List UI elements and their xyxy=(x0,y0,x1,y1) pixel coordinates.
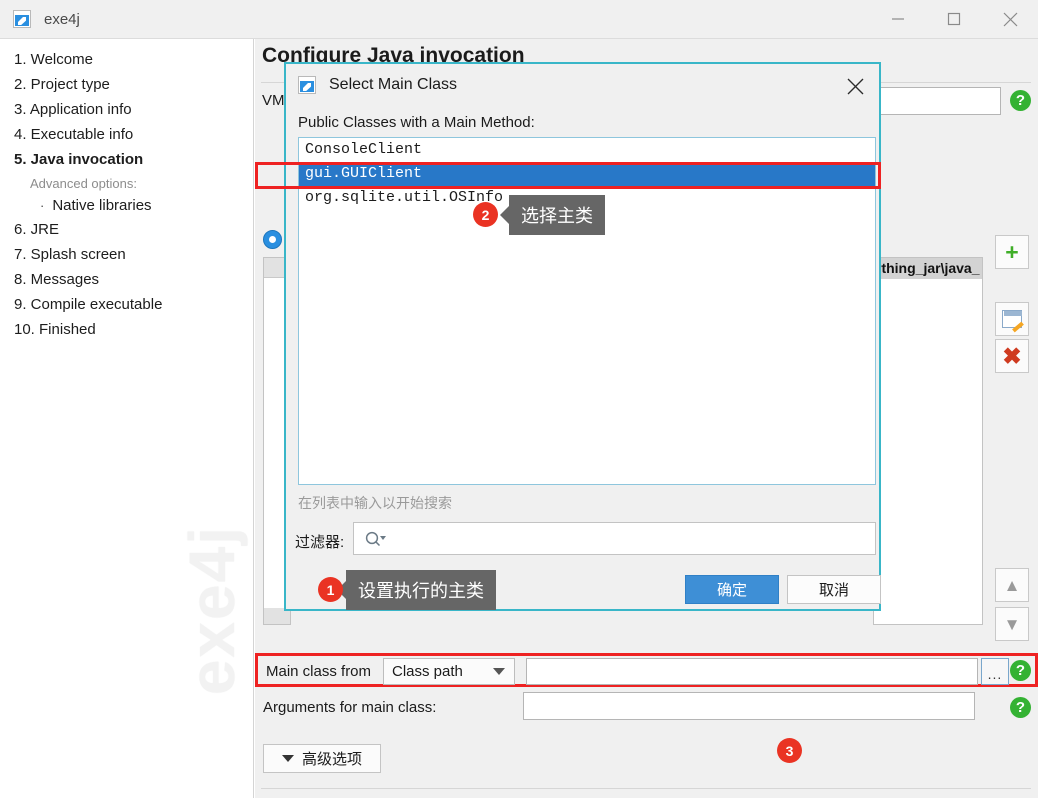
chevron-up-icon: ▲ xyxy=(1003,575,1021,595)
advanced-options-label: 高级选项 xyxy=(301,751,362,768)
annotation-callout-2: 选择主类 xyxy=(509,195,605,235)
dialog-title: Select Main Class xyxy=(329,76,458,93)
dialog-ok-button[interactable]: 确定 xyxy=(685,575,779,604)
add-button[interactable]: + xyxy=(995,235,1029,269)
main-class-input[interactable] xyxy=(526,658,978,685)
vm-label: VM xyxy=(262,92,285,109)
main-class-from-label: Main class from xyxy=(266,663,372,680)
sidebar-item-native-libraries[interactable]: · Native libraries xyxy=(0,194,253,217)
bullet-icon: · xyxy=(40,198,45,213)
filter-input[interactable] xyxy=(353,522,876,555)
select-main-class-dialog: Select Main Class Public Classes with a … xyxy=(284,62,881,611)
delete-button[interactable]: ✖ xyxy=(995,339,1029,373)
classpath-list[interactable]: rthing_jar\java_ xyxy=(873,257,983,625)
edit-icon xyxy=(1002,310,1022,328)
dialog-titlebar: Select Main Class xyxy=(298,76,457,94)
window-controls xyxy=(870,0,1038,39)
sidebar-item-jre[interactable]: 6. JRE xyxy=(0,217,253,242)
chevron-down-icon xyxy=(281,755,294,762)
move-up-button[interactable]: ▲ xyxy=(995,568,1029,602)
main-class-from-select[interactable]: Class path xyxy=(383,658,515,685)
classpath-radio[interactable] xyxy=(263,230,282,249)
list-item[interactable]: rthing_jar\java_ xyxy=(874,258,982,279)
window-title: exe4j xyxy=(44,10,80,28)
search-icon xyxy=(365,531,387,547)
move-down-button[interactable]: ▼ xyxy=(995,607,1029,641)
window-titlebar: exe4j xyxy=(0,0,1038,39)
filter-label: 过滤器: xyxy=(295,534,345,551)
advanced-options-button[interactable]: 高级选项 xyxy=(263,744,381,773)
chevron-down-icon xyxy=(493,668,505,675)
sidebar-item-label: Native libraries xyxy=(52,197,152,214)
browse-button[interactable]: ... xyxy=(981,658,1009,685)
help-icon-arguments[interactable]: ? xyxy=(1010,697,1031,718)
arguments-label: Arguments for main class: xyxy=(263,699,437,716)
sidebar-advanced-heading: Advanced options: xyxy=(30,176,137,191)
maximize-icon[interactable] xyxy=(926,0,982,39)
rocket-icon xyxy=(13,10,31,28)
sidebar-item-splash-screen[interactable]: 7. Splash screen xyxy=(0,242,253,267)
annotation-badge-3: 3 xyxy=(777,738,802,763)
select-value: Class path xyxy=(392,663,463,680)
sidebar-item-project-type[interactable]: 2. Project type xyxy=(0,72,253,97)
arguments-input[interactable] xyxy=(523,692,975,720)
sidebar-item-welcome[interactable]: 1. Welcome xyxy=(0,47,253,72)
class-list[interactable]: ConsoleClient gui.GUIClient org.sqlite.u… xyxy=(298,137,876,485)
sidebar-item-messages[interactable]: 8. Messages xyxy=(0,267,253,292)
list-item-selected[interactable]: gui.GUIClient xyxy=(299,162,875,186)
close-icon[interactable] xyxy=(982,0,1038,39)
rocket-icon xyxy=(298,76,316,94)
footer-divider xyxy=(261,788,1031,789)
help-icon-vm[interactable]: ? xyxy=(1010,90,1031,111)
sidebar-item-application-info[interactable]: 3. Application info xyxy=(0,97,253,122)
radio-dot xyxy=(269,236,276,243)
minimize-icon[interactable] xyxy=(870,0,926,39)
annotation-badge-1: 1 xyxy=(318,577,343,602)
edit-button[interactable] xyxy=(995,302,1029,336)
sidebar-item-finished[interactable]: 10. Finished xyxy=(0,317,253,342)
dialog-cancel-button[interactable]: 取消 xyxy=(787,575,881,604)
annotation-callout-1: 设置执行的主类 xyxy=(346,570,496,610)
sidebar-item-executable-info[interactable]: 4. Executable info xyxy=(0,122,253,147)
exe4j-window: exe4j 1. Welcome 2. Project type 3. Appl… xyxy=(0,0,1038,798)
sidebar-item-java-invocation[interactable]: 5. Java invocation xyxy=(0,147,253,172)
sidebar-item-compile-executable[interactable]: 9. Compile executable xyxy=(0,292,253,317)
help-icon-main-class[interactable]: ? xyxy=(1010,660,1031,681)
dialog-close-icon[interactable] xyxy=(841,73,869,99)
search-hint: 在列表中输入以开始搜索 xyxy=(298,495,452,511)
main-class-from-row: Main class from Class path ... xyxy=(255,653,1038,687)
exe4j-watermark: exe4j xyxy=(176,525,248,696)
public-classes-label: Public Classes with a Main Method: xyxy=(298,114,535,131)
list-item[interactable]: ConsoleClient xyxy=(299,138,875,162)
chevron-down-icon: ▼ xyxy=(1003,614,1021,634)
annotation-badge-2: 2 xyxy=(473,202,498,227)
